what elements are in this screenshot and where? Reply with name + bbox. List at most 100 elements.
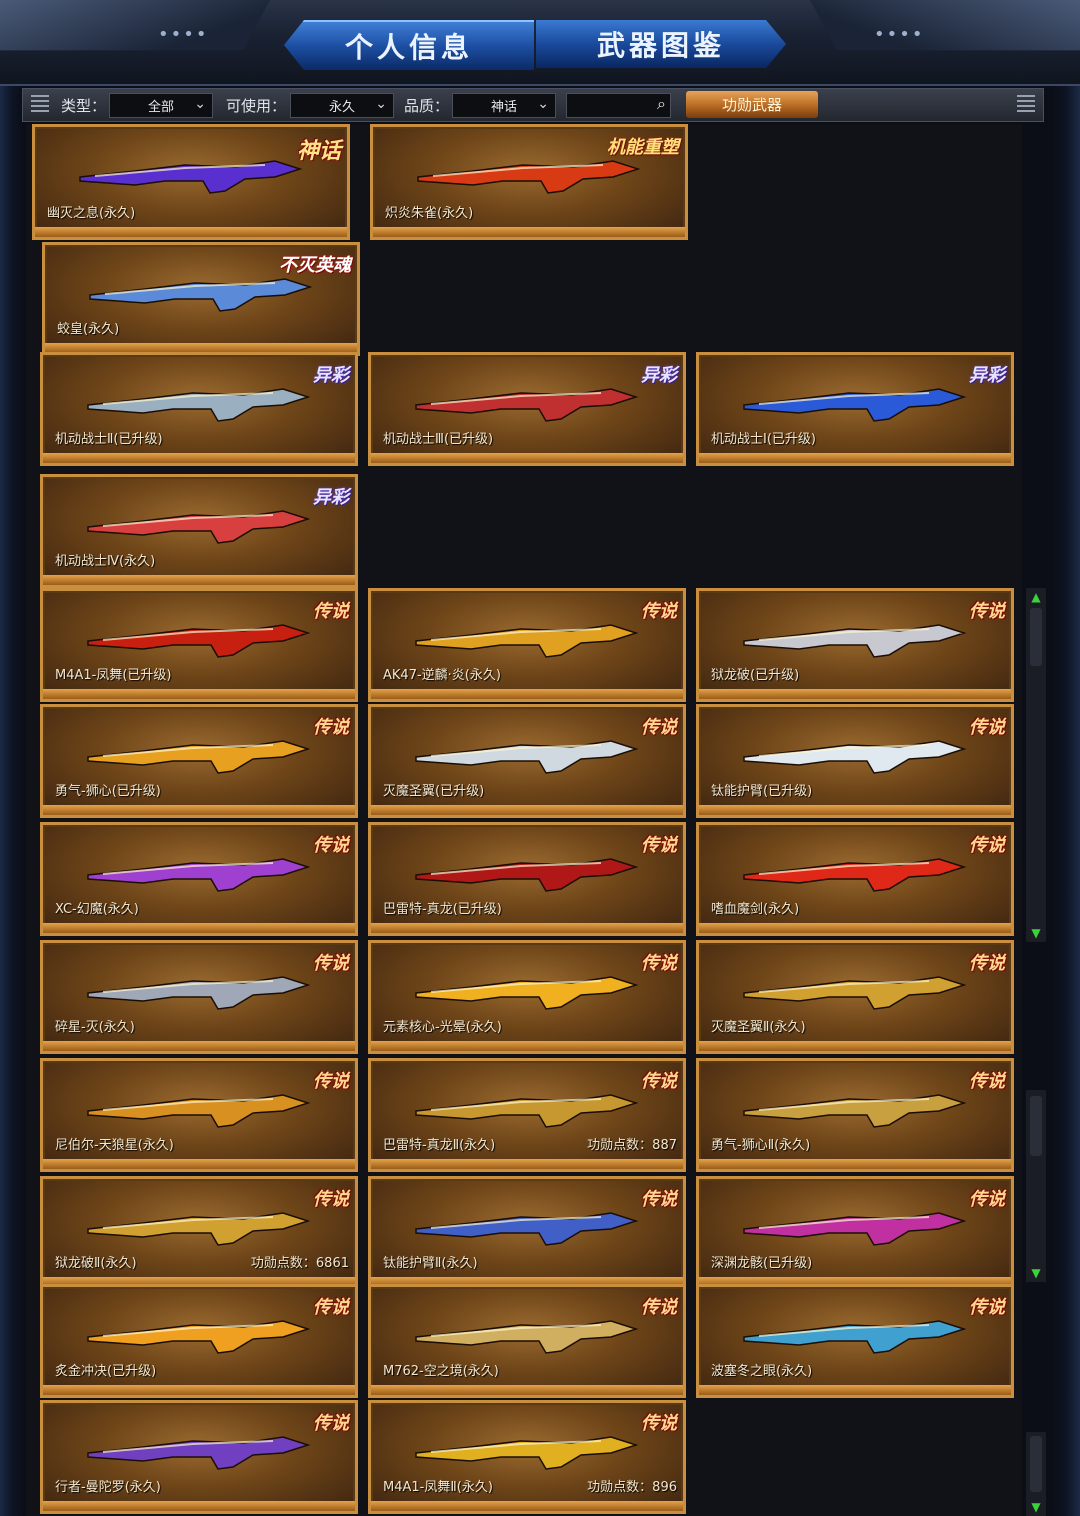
weapon-card[interactable]: 传说 M4A1-凤舞Ⅱ(永久) 功勋点数：896 [368, 1400, 686, 1514]
weapon-name: 钛能护臂(已升级) [711, 784, 813, 799]
weapon-name: 尼伯尔-天狼星(永久) [55, 1138, 174, 1153]
card-plate [43, 689, 355, 699]
weapon-image [87, 1436, 311, 1470]
rarity-badge: 异彩 [641, 365, 677, 386]
weapon-card[interactable]: 传说 勇气-狮心Ⅱ(永久) [696, 1058, 1014, 1172]
header-left-ornament [0, 0, 270, 51]
card-plate [699, 1041, 1011, 1051]
weapon-card[interactable]: 传说 狱龙破Ⅱ(永久) 功勋点数：6861 [40, 1176, 358, 1290]
rarity-badge: 传说 [313, 1189, 349, 1210]
weapon-card[interactable]: 传说 M4A1-凤舞(已升级) [40, 588, 358, 702]
weapon-card[interactable]: 传说 狱龙破(已升级) [696, 588, 1014, 702]
search-icon[interactable]: ⌕ [657, 94, 666, 114]
weapon-name: 灭魔圣翼Ⅱ(永久) [711, 1020, 806, 1035]
scroll-up-icon[interactable]: ▲ [1028, 590, 1044, 604]
menu-icon[interactable] [31, 95, 49, 115]
scroll-thumb[interactable] [1030, 1436, 1042, 1492]
scroll-down-icon[interactable]: ▼ [1028, 1500, 1044, 1514]
scroll-down-icon[interactable]: ▼ [1028, 926, 1044, 940]
card-plate [699, 689, 1011, 699]
rarity-badge: 异彩 [313, 487, 349, 508]
rarity-badge: 传说 [641, 953, 677, 974]
rarity-badge: 传说 [641, 1413, 677, 1434]
rarity-badge: 传说 [641, 717, 677, 738]
weapon-name: 机动战士Ⅱ(已升级) [55, 432, 163, 447]
weapon-card[interactable]: 不灭英魂 蛟皇(永久) [42, 242, 360, 356]
rarity-badge: 异彩 [969, 365, 1005, 386]
weapon-card[interactable]: 传说 勇气-狮心(已升级) [40, 704, 358, 818]
search-input[interactable]: ⌕ [566, 93, 671, 118]
weapon-image [743, 1212, 967, 1246]
weapon-card[interactable]: 机能重塑 炽炎朱雀(永久) [370, 124, 688, 240]
card-plate [43, 1501, 355, 1511]
weapon-card[interactable]: 传说 碎星-灭(永久) [40, 940, 358, 1054]
weapon-card[interactable]: 传说 巴雷特-真龙Ⅱ(永久) 功勋点数：887 [368, 1058, 686, 1172]
weapon-card[interactable]: 神话 幽灭之息(永久) [32, 124, 350, 240]
menu-icon-right[interactable] [1017, 95, 1035, 115]
weapon-image [87, 1320, 311, 1354]
weapon-image [87, 388, 311, 422]
weapon-name: 钛能护臂Ⅱ(永久) [383, 1256, 478, 1271]
quality-label: 品质： [404, 97, 450, 115]
scrollbar-middle[interactable]: ▼ [1026, 1090, 1046, 1282]
chevron-down-icon: ⌄ [375, 96, 387, 112]
weapon-image [415, 858, 639, 892]
scroll-thumb[interactable] [1030, 1096, 1042, 1156]
weapon-card[interactable]: 传说元素核心-光晕(永久) [368, 940, 686, 1054]
usable-label: 可使用： [226, 97, 287, 115]
weapon-card[interactable]: 传说 巴雷特-真龙(已升级) [368, 822, 686, 936]
weapon-card[interactable]: 传说 尼伯尔-天狼星(永久) [40, 1058, 358, 1172]
usable-select-value: 永久 [328, 100, 355, 115]
weapon-image [87, 510, 311, 544]
weapon-image [87, 976, 311, 1010]
weapon-card[interactable]: 传说 钛能护臂Ⅱ(永久) [368, 1176, 686, 1290]
merit-weapons-button[interactable]: 功勋武器 [686, 91, 818, 118]
quality-select[interactable]: 神话 ⌄ [452, 93, 556, 118]
weapon-card[interactable]: 异彩 机动战士Ⅲ(已升级) [368, 352, 686, 466]
weapon-name: 炙金冲决(已升级) [55, 1364, 157, 1379]
card-plate [371, 1385, 683, 1395]
weapon-name: 元素核心-光晕(永久) [383, 1020, 502, 1035]
weapon-name: 嗜血魔剑(永久) [711, 902, 800, 917]
weapon-card[interactable]: 传说 波塞冬之眼(永久) [696, 1284, 1014, 1398]
weapon-image [743, 624, 967, 658]
weapon-card[interactable]: 传说灭魔圣翼(已升级) [368, 704, 686, 818]
weapon-name: XC-幻魔(永久) [55, 902, 139, 917]
weapon-card[interactable]: 传说 深渊龙骸(已升级) [696, 1176, 1014, 1290]
scroll-thumb[interactable] [1030, 608, 1042, 666]
weapon-card[interactable]: 传说 灭魔圣翼Ⅱ(永久) [696, 940, 1014, 1054]
weapon-name: 机动战士Ⅰ(已升级) [711, 432, 816, 447]
weapon-card[interactable]: 传说 行者-曼陀罗(永久) [40, 1400, 358, 1514]
card-plate [371, 453, 683, 463]
card-plate [43, 575, 355, 585]
scrollbar-lower[interactable]: ▼ [1026, 1432, 1046, 1516]
weapon-card[interactable]: 异彩机动战士Ⅰ(已升级) [696, 352, 1014, 466]
card-plate [35, 227, 347, 237]
header-dots-left: •••• [158, 24, 209, 45]
weapon-image [743, 1094, 967, 1128]
weapon-name: 巴雷特-真龙(已升级) [383, 902, 502, 917]
weapon-card[interactable]: 传说 AK47-逆麟·炎(永久) [368, 588, 686, 702]
type-select[interactable]: 全部 ⌄ [109, 93, 213, 118]
weapon-card[interactable]: 异彩 机动战士Ⅱ(已升级) [40, 352, 358, 466]
card-plate [699, 923, 1011, 933]
weapon-card[interactable]: 传说 M762-空之境(永久) [368, 1284, 686, 1398]
rarity-badge: 传说 [641, 601, 677, 622]
usable-select[interactable]: 永久 ⌄ [290, 93, 394, 118]
weapon-image [743, 740, 967, 774]
type-select-value: 全部 [147, 100, 174, 115]
weapon-card[interactable]: 传说 钛能护臂(已升级) [696, 704, 1014, 818]
tab-weapon-catalog[interactable]: 武器图鉴 [536, 20, 786, 68]
weapon-name: 灭魔圣翼(已升级) [383, 784, 485, 799]
merit-points: 功勋点数：6861 [250, 1256, 349, 1271]
tab-personal-info[interactable]: 个人信息 [284, 20, 534, 70]
rarity-badge: 传说 [313, 717, 349, 738]
weapon-card[interactable]: 传说 XC-幻魔(永久) [40, 822, 358, 936]
weapon-card[interactable]: 传说 炙金冲决(已升级) [40, 1284, 358, 1398]
weapon-name: 深渊龙骸(已升级) [711, 1256, 813, 1271]
weapon-card[interactable]: 异彩 机动战士Ⅳ(永久) [40, 474, 358, 588]
weapon-image [743, 858, 967, 892]
weapon-card[interactable]: 传说 嗜血魔剑(永久) [696, 822, 1014, 936]
scrollbar-upper[interactable]: ▲ ▼ [1026, 588, 1046, 942]
scroll-down-icon[interactable]: ▼ [1028, 1266, 1044, 1280]
